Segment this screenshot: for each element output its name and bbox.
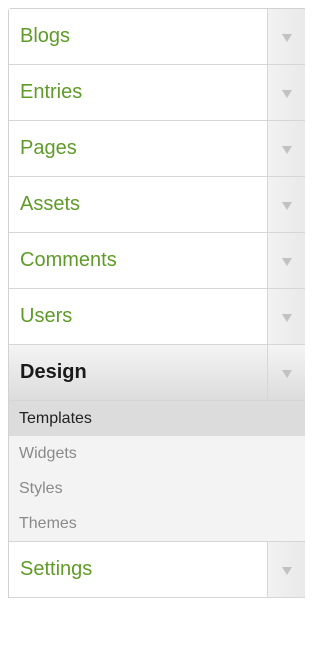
chevron-down-icon	[281, 90, 292, 98]
chevron-down-icon	[281, 314, 292, 322]
expand-toggle[interactable]	[267, 177, 305, 232]
menu-item-label: Design	[20, 361, 87, 383]
chevron-down-icon	[281, 567, 292, 575]
menu-item-users[interactable]: Users	[9, 289, 305, 345]
menu-item-label: Users	[20, 305, 73, 327]
chevron-down-icon	[281, 34, 292, 42]
menu-item-label: Entries	[20, 81, 83, 103]
menu-item-entries[interactable]: Entries	[9, 65, 305, 121]
collapse-toggle[interactable]	[267, 345, 305, 400]
menu-item-pages[interactable]: Pages	[9, 121, 305, 177]
chevron-down-icon	[281, 146, 292, 154]
expand-toggle[interactable]	[267, 65, 305, 120]
expand-toggle[interactable]	[267, 121, 305, 176]
submenu-item-templates[interactable]: Templates	[9, 401, 305, 436]
menu-item-label: Comments	[20, 249, 117, 271]
expand-toggle[interactable]	[267, 542, 305, 597]
chevron-down-icon	[281, 202, 292, 210]
chevron-down-icon	[281, 258, 292, 266]
submenu-item-widgets[interactable]: Widgets	[9, 436, 305, 471]
submenu-item-styles[interactable]: Styles	[9, 471, 305, 506]
menu-item-settings[interactable]: Settings	[9, 542, 305, 598]
menu-item-comments[interactable]: Comments	[9, 233, 305, 289]
menu-item-label: Settings	[20, 558, 93, 580]
menu-item-blogs[interactable]: Blogs	[9, 9, 305, 65]
expand-toggle[interactable]	[267, 233, 305, 288]
side-menu: Blogs Entries Pages Assets Comments User…	[8, 8, 305, 598]
menu-item-label: Assets	[20, 193, 81, 215]
expand-toggle[interactable]	[267, 289, 305, 344]
design-submenu: Templates Widgets Styles Themes	[9, 401, 305, 542]
menu-item-label: Blogs	[20, 25, 71, 47]
submenu-item-themes[interactable]: Themes	[9, 506, 305, 541]
menu-item-label: Pages	[20, 137, 77, 159]
expand-toggle[interactable]	[267, 9, 305, 64]
menu-item-design[interactable]: Design	[9, 345, 305, 401]
chevron-down-icon	[281, 370, 292, 378]
menu-item-assets[interactable]: Assets	[9, 177, 305, 233]
